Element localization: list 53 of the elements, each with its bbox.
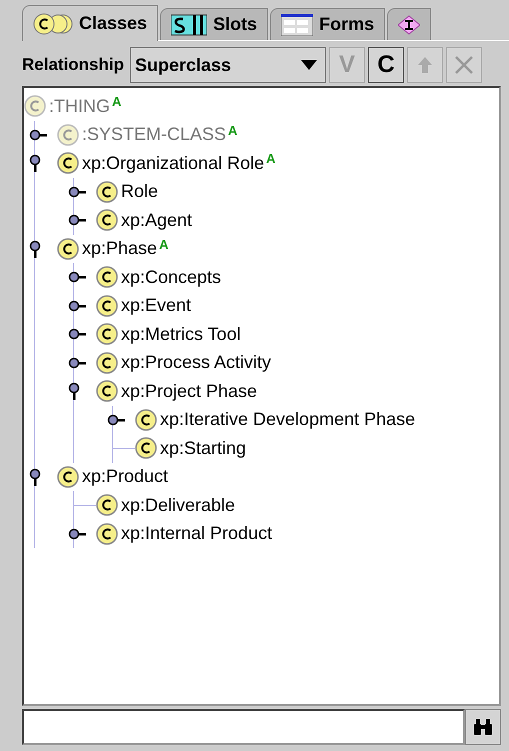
class-name[interactable]: xp:Concepts: [121, 266, 222, 288]
class-name[interactable]: xp:Organizational Role: [82, 152, 264, 174]
class-icon: [96, 209, 118, 232]
class-name[interactable]: xp:Project Phase: [121, 380, 258, 402]
tab[interactable]: Classes: [22, 5, 158, 41]
class-icon: [57, 238, 79, 260]
class-name[interactable]: :THING: [49, 96, 110, 117]
slots-icon: [171, 14, 208, 36]
class-name[interactable]: xp:Process Activity: [121, 352, 272, 374]
class-name[interactable]: xp:Metrics Tool: [121, 324, 241, 345]
class-icon: [96, 294, 118, 317]
class-name[interactable]: :SYSTEM-CLASS: [82, 124, 226, 146]
tab[interactable]: Slots: [160, 8, 268, 40]
class-icon: [135, 437, 157, 460]
tab[interactable]: [387, 8, 432, 40]
class-icon: [96, 266, 118, 288]
abstract-mark: A: [266, 151, 276, 166]
classes-icon: [33, 12, 73, 34]
search-field[interactable]: [22, 709, 465, 745]
toolbar-button[interactable]: C: [368, 47, 404, 83]
class-name[interactable]: xp:Agent: [121, 210, 192, 231]
instances-icon: [398, 14, 420, 36]
relationship-dropdown[interactable]: Superclass: [130, 47, 326, 83]
class-name[interactable]: xp:Starting: [160, 438, 246, 459]
close-icon: [454, 55, 474, 75]
abstract-mark: A: [159, 236, 168, 252]
abstract-mark: A: [228, 122, 238, 138]
abstract-mark: A: [112, 94, 122, 109]
tab[interactable]: Forms: [270, 8, 386, 40]
class-icon: [57, 466, 79, 488]
class-icon: [96, 352, 118, 374]
class-name[interactable]: xp:Deliverable: [121, 494, 236, 516]
class-icon: [96, 494, 118, 516]
class-name[interactable]: Role: [121, 181, 158, 202]
class-icon: [135, 408, 157, 431]
class-icon: [57, 152, 79, 174]
find-button[interactable]: [465, 709, 501, 745]
class-icon: [96, 180, 118, 203]
class-icon: [57, 124, 79, 146]
forms-icon: [281, 14, 314, 36]
dropdown-arrow-icon: [301, 60, 318, 70]
class-icon: [96, 380, 118, 402]
class-name[interactable]: xp:Product: [82, 466, 168, 488]
class-icon: [96, 323, 118, 346]
binoculars-icon: [473, 718, 493, 736]
relationship-label: Relationship: [22, 55, 124, 75]
class-name[interactable]: xp:Iterative Development Phase: [160, 409, 416, 430]
class-name[interactable]: xp:Event: [121, 295, 192, 316]
class-icon: [96, 522, 118, 545]
up-arrow-icon: [417, 56, 434, 74]
class-name[interactable]: xp:Internal Product: [121, 523, 272, 544]
class-name[interactable]: xp:Phase: [82, 238, 158, 260]
dropdown-value: Superclass: [135, 54, 232, 76]
